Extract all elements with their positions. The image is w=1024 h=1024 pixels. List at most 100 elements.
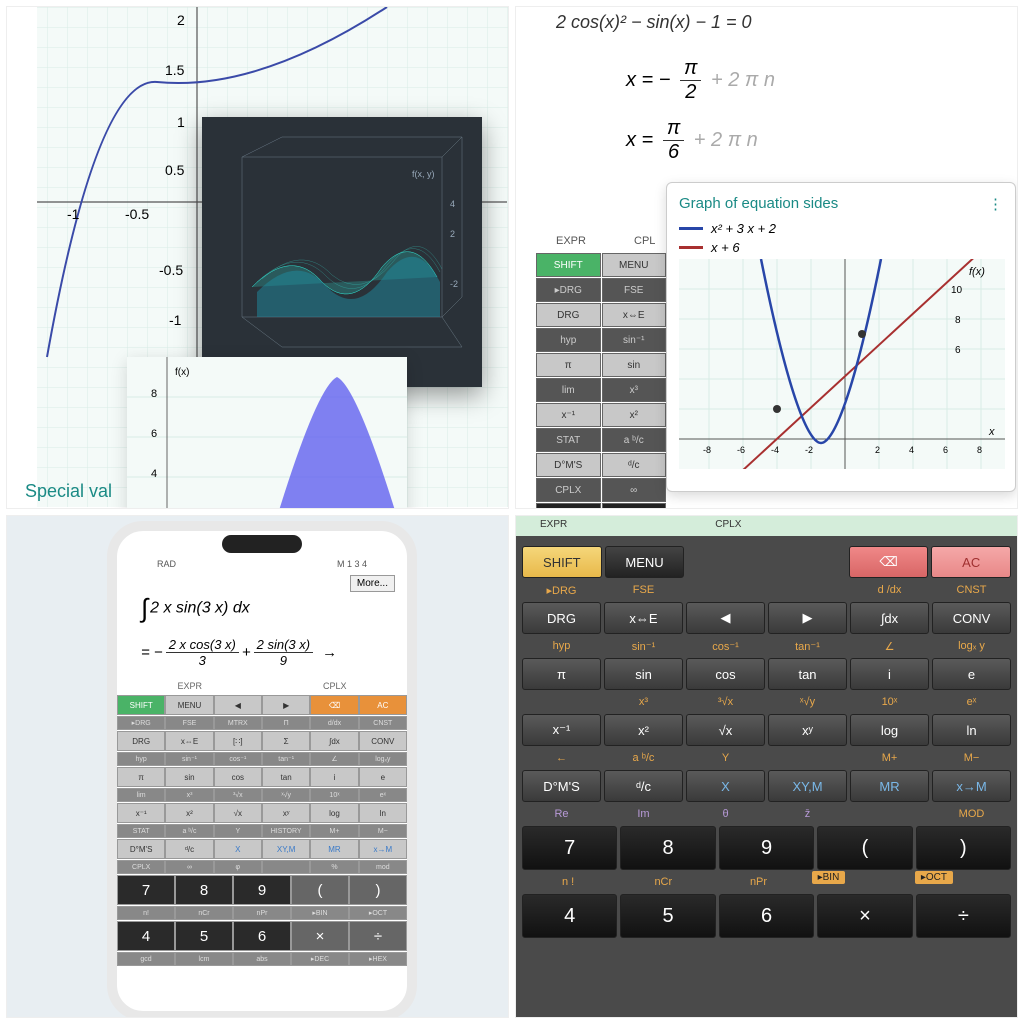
key-dx[interactable]: ∫dx: [310, 731, 358, 751]
key-conv[interactable]: CONV: [359, 731, 407, 751]
key-stat[interactable]: STAT: [536, 428, 601, 452]
key-drg[interactable]: DRG: [522, 602, 601, 634]
key-drg[interactable]: ▸DRG: [117, 716, 165, 730]
key-xe[interactable]: x⇔E: [604, 602, 683, 634]
key-x[interactable]: x⁻¹: [536, 403, 601, 427]
key-8[interactable]: 8: [620, 826, 715, 870]
key-[interactable]: (: [291, 875, 349, 905]
key-ln[interactable]: ln: [359, 803, 407, 823]
key-x[interactable]: x³: [604, 692, 683, 712]
key-x[interactable]: ³√x: [686, 692, 765, 712]
key-xe[interactable]: x⇔E: [165, 731, 213, 751]
key-[interactable]: ∞: [165, 860, 213, 874]
key-[interactable]: ◀: [686, 602, 765, 634]
key-logy[interactable]: logₓy: [359, 752, 407, 766]
key-[interactable]: ←: [522, 748, 601, 768]
key-shift[interactable]: SHIFT: [522, 546, 602, 578]
key-x[interactable]: x⁻¹: [117, 803, 165, 823]
key-y[interactable]: ˣ√y: [262, 788, 310, 802]
key-ac[interactable]: a ᵇ/c: [604, 748, 683, 768]
key-sin[interactable]: sin: [604, 658, 683, 690]
key-c[interactable]: ᵈ/c: [604, 770, 683, 802]
key-x[interactable]: √x: [214, 803, 262, 823]
key-10[interactable]: 10ˣ: [850, 692, 929, 712]
key-e[interactable]: eˣ: [932, 692, 1011, 712]
key-mr[interactable]: MR: [850, 770, 929, 802]
key-ac[interactable]: a ᵇ/c: [602, 428, 667, 452]
key-ln[interactable]: ln: [932, 714, 1011, 746]
key-c[interactable]: ᵈ/c: [602, 453, 667, 477]
key-menu[interactable]: MENU: [165, 695, 213, 715]
key-e[interactable]: eˣ: [359, 788, 407, 802]
key-mod[interactable]: MOD: [932, 804, 1011, 824]
key-8[interactable]: 8: [175, 875, 233, 905]
key-npr[interactable]: nPr: [233, 906, 291, 920]
key-dms[interactable]: D°M'S: [522, 770, 601, 802]
key-[interactable]: ⌫: [310, 695, 358, 715]
key-6[interactable]: 6: [233, 921, 291, 951]
key-hyp[interactable]: hyp: [522, 636, 601, 656]
key-npr[interactable]: nPr: [712, 872, 804, 892]
special-values-link[interactable]: Special val: [25, 481, 112, 502]
key-[interactable]: π: [522, 658, 601, 690]
key-[interactable]: [∷]: [214, 731, 262, 751]
key-7[interactable]: 7: [536, 503, 601, 509]
key-[interactable]: Σ: [262, 731, 310, 751]
key-tan[interactable]: tan: [262, 767, 310, 787]
key-e[interactable]: e: [932, 658, 1011, 690]
key-dx[interactable]: ∫dx: [850, 602, 929, 634]
key-cnst[interactable]: CNST: [359, 716, 407, 730]
key-cnst[interactable]: CNST: [932, 580, 1011, 600]
key-ncr[interactable]: nCr: [175, 906, 233, 920]
key-blank[interactable]: [850, 804, 929, 824]
key-sin[interactable]: sin: [165, 767, 213, 787]
key-[interactable]: π: [536, 353, 601, 377]
key-4[interactable]: 4: [117, 921, 175, 951]
key-tan[interactable]: tan⁻¹: [262, 752, 310, 766]
key-[interactable]: ◀: [214, 695, 262, 715]
key-cos[interactable]: cos⁻¹: [214, 752, 262, 766]
key-dms[interactable]: D°M'S: [536, 453, 601, 477]
key-[interactable]: ): [349, 875, 407, 905]
key-hyp[interactable]: hyp: [117, 752, 165, 766]
key-cos[interactable]: cos: [214, 767, 262, 787]
key-[interactable]: ÷: [349, 921, 407, 951]
key-gcd[interactable]: gcd: [117, 952, 175, 966]
key-x[interactable]: X: [214, 839, 262, 859]
key-[interactable]: ÷: [916, 894, 1011, 938]
key-history[interactable]: HISTORY: [262, 824, 310, 838]
key-m[interactable]: M+: [850, 748, 929, 768]
key-y[interactable]: Y: [686, 748, 765, 768]
key-c[interactable]: ᵈ/c: [165, 839, 213, 859]
key-x[interactable]: x²: [165, 803, 213, 823]
key-sin[interactable]: sin⁻¹: [604, 636, 683, 656]
key-tan[interactable]: tan⁻¹: [768, 636, 847, 656]
key-x[interactable]: √x: [686, 714, 765, 746]
key-menu[interactable]: MENU: [605, 546, 685, 578]
key-[interactable]: ): [916, 826, 1011, 870]
key-ddx[interactable]: d/dx: [310, 716, 358, 730]
key-log[interactable]: log: [310, 803, 358, 823]
key-xym[interactable]: XY,M: [768, 770, 847, 802]
key-[interactable]: ∠: [310, 752, 358, 766]
key-x[interactable]: xʸ: [768, 714, 847, 746]
key-cos[interactable]: cos: [686, 658, 765, 690]
key-xe[interactable]: x⇔E: [602, 303, 667, 327]
key-[interactable]: ▶: [262, 695, 310, 715]
key-ac[interactable]: AC: [359, 695, 407, 715]
key-10[interactable]: 10ˣ: [310, 788, 358, 802]
key-bin[interactable]: ▸BIN: [808, 872, 908, 892]
key-x[interactable]: x²: [604, 714, 683, 746]
key-[interactable]: (: [817, 826, 912, 870]
key-ac[interactable]: AC: [931, 546, 1011, 578]
key-blank[interactable]: [768, 748, 847, 768]
key-oct[interactable]: ▸OCT: [911, 872, 1011, 892]
key-fse[interactable]: FSE: [165, 716, 213, 730]
key-[interactable]: θ: [686, 804, 765, 824]
key-sin[interactable]: sin⁻¹: [165, 752, 213, 766]
key-bin[interactable]: ▸BIN: [291, 906, 349, 920]
key-m[interactable]: M−: [359, 824, 407, 838]
key-x[interactable]: x³: [165, 788, 213, 802]
key-stat[interactable]: STAT: [117, 824, 165, 838]
key-fse[interactable]: FSE: [604, 580, 683, 600]
